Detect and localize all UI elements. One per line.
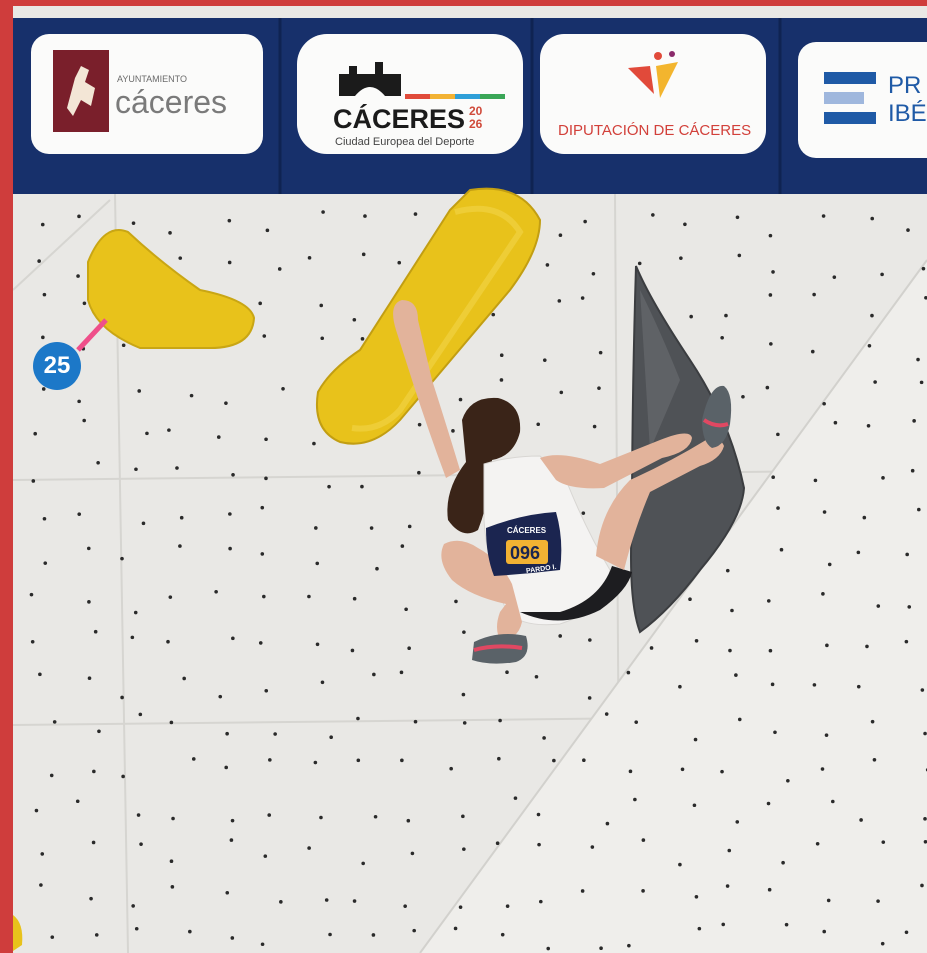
holds-and-climber: [76, 187, 746, 664]
climbing-photo: AYUNTAMIENTO cáceres CÁCERES 20 26 Ciuda…: [0, 0, 927, 953]
route-marker-line: [76, 318, 108, 352]
route-number-badge: 25: [33, 342, 81, 390]
bib-number: 096: [510, 543, 541, 563]
red-frame-left: [0, 0, 13, 953]
bib-event-text: CÁCERES: [507, 526, 547, 535]
yellow-hold-corner: [13, 915, 23, 951]
yellow-hold-left: [87, 229, 256, 349]
